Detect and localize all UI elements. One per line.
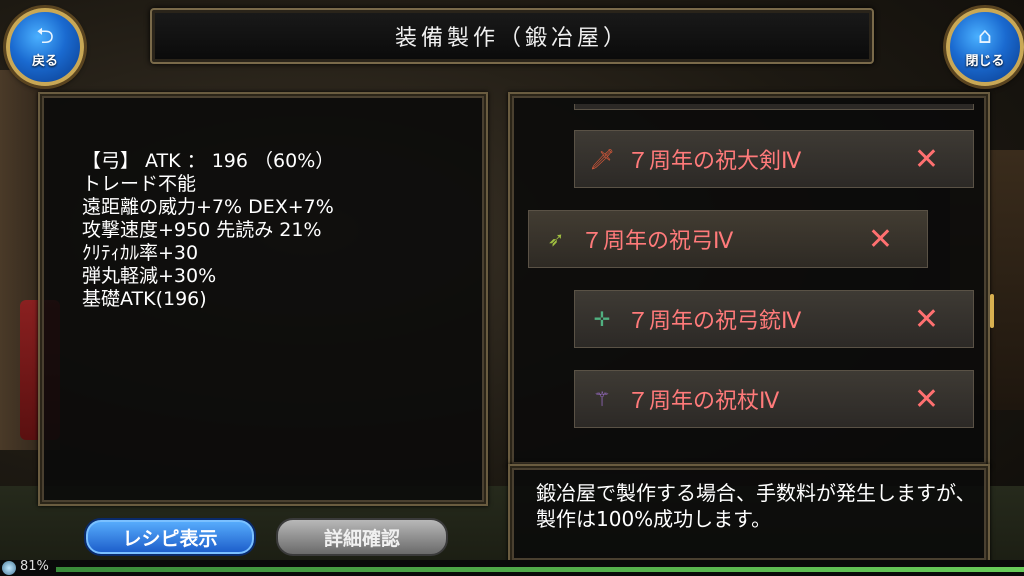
recipe-item-bow[interactable]: ➶ ７周年の祝弓Ⅳ ✕ [528,210,928,268]
recipe-item-name: ７周年の祝大剣Ⅳ [627,149,802,174]
remove-icon[interactable]: ✕ [914,302,939,337]
stat-line: ｸﾘﾃｨｶﾙ率+30 [82,242,199,264]
recipe-item-crossbow[interactable]: ✛ ７周年の祝弓銃Ⅳ ✕ [574,290,974,348]
remove-icon[interactable]: ✕ [868,222,893,257]
recipe-item-name: ７周年の祝弓銃Ⅳ [627,309,802,334]
battery-icon [2,561,16,575]
back-button-label: 戻る [31,53,58,69]
stat-line: 遠距離の威力+7% DEX+7% [82,196,334,218]
greatsword-icon: 🗡 [589,147,615,171]
close-button[interactable]: ⌂ 閉じる [946,8,1024,86]
back-button[interactable]: ⮌ 戻る [6,8,84,86]
progress-bar [56,567,1024,572]
crossbow-icon: ✛ [593,307,611,331]
item-stats-text: 【弓】 ATK ： 196 （60%） トレード不能 遠距離の威力+7% DEX+7… [82,150,334,311]
remove-icon[interactable]: ✕ [914,382,939,417]
page-title: 装備製作（鍛冶屋） [394,26,629,51]
home-icon: ⌂ [978,23,992,49]
stat-line: 【弓】 ATK ： 196 （60%） [82,150,335,172]
recipe-list-panel[interactable]: 🗡 ７周年の祝大剣Ⅳ ✕ ➶ ７周年の祝弓Ⅳ ✕ ✛ ７周年の祝弓銃Ⅳ ✕ ⚚ … [508,92,994,468]
info-message-panel: 鍛冶屋で製作する場合、手数料が発生しますが、製作は100%成功します。 [508,464,990,564]
list-item-partial[interactable] [574,104,974,110]
title-bar: 装備製作（鍛冶屋） [150,8,874,64]
back-arrow-icon: ⮌ [36,23,54,49]
battery-level: 81% [20,559,49,574]
close-button-label: 閉じる [965,53,1005,69]
staff-icon: ⚚ [593,387,611,411]
bow-icon: ➶ [547,227,565,251]
detail-check-button[interactable]: 詳細確認 [276,518,448,556]
recipe-item-name: ７周年の祝杖Ⅳ [627,389,780,414]
stat-line: 基礎ATK(196) [82,288,207,310]
stat-line: 弾丸軽減+30% [82,265,217,287]
recipe-item-name: ７周年の祝弓Ⅳ [581,229,734,254]
remove-icon[interactable]: ✕ [914,142,939,177]
stat-line: 攻撃速度+950 先読み 21% [82,219,322,241]
list-scrollbar[interactable] [990,294,994,328]
recipe-item-greatsword[interactable]: 🗡 ７周年の祝大剣Ⅳ ✕ [574,130,974,188]
recipe-item-staff[interactable]: ⚚ ７周年の祝杖Ⅳ ✕ [574,370,974,428]
show-recipe-button[interactable]: レシピ表示 [84,518,256,556]
stat-line: トレード不能 [82,173,197,195]
info-message: 鍛冶屋で製作する場合、手数料が発生しますが、製作は100%成功します。 [536,481,976,531]
recipe-list[interactable]: 🗡 ７周年の祝大剣Ⅳ ✕ ➶ ７周年の祝弓Ⅳ ✕ ✛ ７周年の祝弓銃Ⅳ ✕ ⚚ … [510,104,988,454]
item-stats-panel: 【弓】 ATK ： 196 （60%） トレード不能 遠距離の威力+7% DEX+7… [38,92,488,506]
